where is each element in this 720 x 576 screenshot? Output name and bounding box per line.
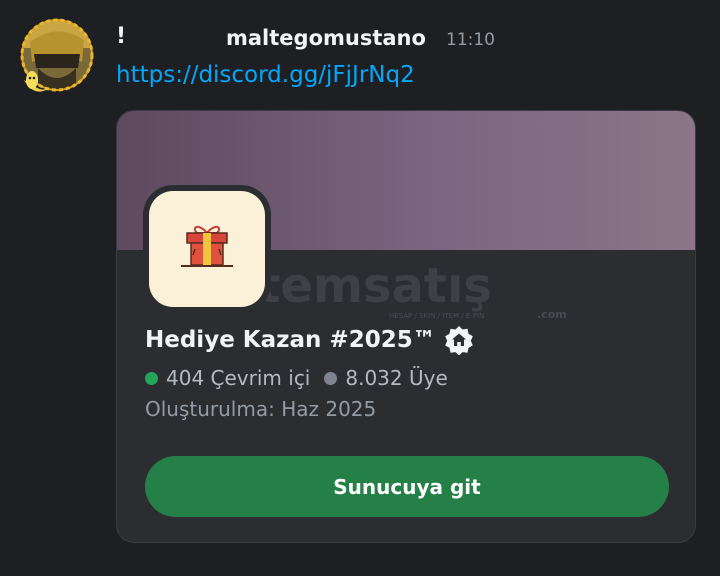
- join-server-button[interactable]: Sunucuya git: [145, 456, 669, 517]
- invite-card: itemsatış HESAP / SKIN / ITEM / E-PIN .c…: [116, 110, 696, 543]
- online-count: 404 Çevrim içi: [166, 366, 311, 390]
- member-count: 8.032 Üye: [345, 366, 448, 390]
- watermark-suffix: .com: [537, 308, 567, 321]
- username[interactable]: maltegomustano: [226, 26, 426, 50]
- watermark-subtext: HESAP / SKIN / ITEM / E-PIN: [389, 312, 484, 320]
- members-dot-icon: [324, 371, 338, 385]
- server-icon[interactable]: [149, 191, 265, 307]
- server-created-date: Oluşturulma: Haz 2025: [145, 397, 377, 421]
- verified-badge-icon: [444, 326, 473, 355]
- server-name: Hediye Kazan #2025™: [145, 327, 436, 353]
- message-timestamp: 11:10: [446, 30, 495, 50]
- message-prefix: !: [116, 24, 127, 49]
- server-stats: 404 Çevrim içi 8.032 Üye: [145, 364, 448, 392]
- server-icon-frame: [143, 185, 271, 313]
- invite-link[interactable]: https://discord.gg/jFjJrNq2: [116, 62, 415, 88]
- user-avatar[interactable]: [20, 18, 94, 94]
- server-name-row: Hediye Kazan #2025™: [145, 323, 474, 357]
- watermark-text: itemsatış: [241, 258, 492, 314]
- online-dot-icon: [145, 371, 158, 385]
- gift-icon: [181, 226, 233, 267]
